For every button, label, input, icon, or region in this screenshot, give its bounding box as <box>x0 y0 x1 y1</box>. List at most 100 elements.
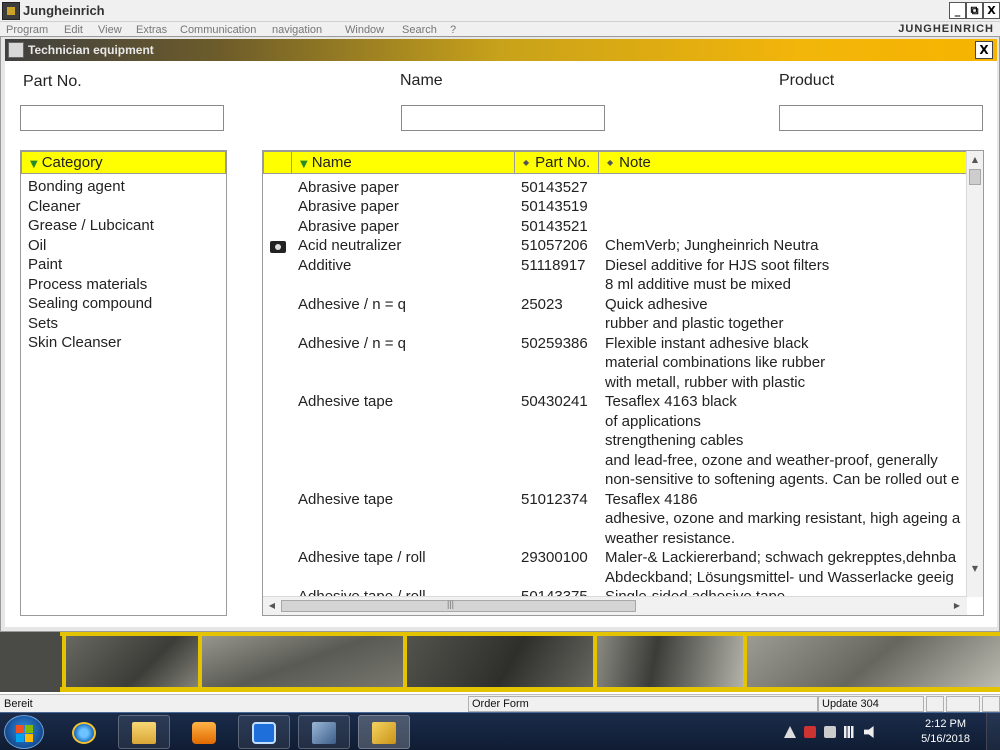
internet-explorer-taskbar-button[interactable] <box>58 715 110 749</box>
table-row-name[interactable]: Acid neutralizer <box>298 236 401 256</box>
table-row-name[interactable]: Abrasive paper <box>298 217 399 237</box>
table-row-note[interactable]: of applications <box>605 412 701 432</box>
menu-item-search[interactable]: Search <box>402 24 437 36</box>
part-no-label: Part No. <box>23 73 82 90</box>
table-row-name[interactable]: Additive <box>298 256 351 276</box>
vertical-scrollbar[interactable]: ▲ ▼ <box>966 151 983 597</box>
table-row-note[interactable]: 8 ml additive must be mixed <box>605 275 791 295</box>
menu-item-help[interactable]: ? <box>450 24 456 36</box>
table-row-part-no[interactable]: 50143527 <box>521 178 588 198</box>
category-item-grease[interactable]: Grease / Lubcicant <box>28 216 154 236</box>
category-column-header[interactable]: ▼ Category <box>21 151 226 174</box>
menu-item-navigation[interactable]: navigation <box>272 24 322 36</box>
category-item-sets[interactable]: Sets <box>28 314 58 334</box>
category-item-bonding-agent[interactable]: Bonding agent <box>28 177 125 197</box>
volume-icon[interactable] <box>864 726 874 738</box>
category-item-cleaner[interactable]: Cleaner <box>28 197 81 217</box>
menu-item-communication[interactable]: Communication <box>180 24 256 36</box>
show-desktop-button[interactable] <box>986 713 1000 750</box>
table-row-note[interactable]: Tesaflex 4163 black <box>605 392 737 412</box>
internet-explorer-icon <box>72 722 96 744</box>
system-tray: 2:12 PM 5/16/2018 <box>780 713 1000 750</box>
table-row-note[interactable]: Flexible instant adhesive black <box>605 334 808 354</box>
scroll-left-icon[interactable]: ◀ <box>264 597 280 615</box>
table-row-part-no[interactable]: 50259386 <box>521 334 588 354</box>
scroll-right-icon[interactable]: ▶ <box>949 597 965 615</box>
table-row-part-no[interactable]: 51012374 <box>521 490 588 510</box>
app-title: Jungheinrich <box>23 3 105 18</box>
horizontal-scroll-thumb[interactable] <box>281 599 636 612</box>
name-input[interactable] <box>401 105 605 131</box>
product-input[interactable] <box>779 105 983 131</box>
table-row-note[interactable]: rubber and plastic together <box>605 314 783 334</box>
table-row-name[interactable]: Adhesive tape / roll <box>298 548 426 568</box>
table-row-name[interactable]: Adhesive / n = q <box>298 334 406 354</box>
teamviewer-taskbar-button[interactable] <box>238 715 290 749</box>
menu-item-edit[interactable]: Edit <box>64 24 83 36</box>
table-row-note[interactable]: Diesel additive for HJS soot filters <box>605 256 829 276</box>
icon-column-header[interactable] <box>263 151 292 174</box>
table-row-note[interactable]: ChemVerb; Jungheinrich Neutra <box>605 236 818 256</box>
show-hidden-icons-icon[interactable] <box>784 726 796 738</box>
jet-app-icon <box>372 722 396 744</box>
table-row-name[interactable]: Adhesive tape <box>298 392 393 412</box>
network-signal-icon[interactable] <box>844 726 856 738</box>
horizontal-scrollbar[interactable]: ◀ ▶ <box>263 596 967 615</box>
sortable-icon: ◆ <box>523 158 530 167</box>
table-row-note[interactable]: adhesive, ozone and marking resistant, h… <box>605 509 960 529</box>
table-row-note[interactable]: Tesaflex 4186 <box>605 490 698 510</box>
app-title-bar: Jungheinrich _ ⧉ X <box>0 0 1000 22</box>
table-row-part-no[interactable]: 50143519 <box>521 197 588 217</box>
note-column-header[interactable]: ◆ Note <box>598 151 968 174</box>
table-row-note[interactable]: non-sensitive to softening agents. Can b… <box>605 470 959 490</box>
category-item-process-materials[interactable]: Process materials <box>28 275 147 295</box>
table-row-part-no[interactable]: 51057206 <box>521 236 588 256</box>
table-row-note[interactable]: weather resistance. <box>605 529 735 549</box>
file-explorer-taskbar-button[interactable] <box>118 715 170 749</box>
table-row-note[interactable]: and lead-free, ozone and weather-proof, … <box>605 451 938 471</box>
category-item-paint[interactable]: Paint <box>28 255 62 275</box>
table-row-part-no[interactable]: 51118917 <box>521 256 586 276</box>
table-row-part-no[interactable]: 29300100 <box>521 548 588 568</box>
table-row-note[interactable]: Abdeckband; Lösungsmittel- und Wasserlac… <box>605 568 954 588</box>
minimize-button[interactable]: _ <box>949 2 966 19</box>
table-row-note[interactable]: strengthening cables <box>605 431 743 451</box>
menu-item-window[interactable]: Window <box>345 24 384 36</box>
table-row-part-no[interactable]: 50143521 <box>521 217 588 237</box>
power-icon[interactable] <box>824 726 836 738</box>
start-button[interactable] <box>4 715 44 749</box>
vertical-scroll-thumb[interactable] <box>969 169 981 185</box>
table-row-name[interactable]: Adhesive / n = q <box>298 295 406 315</box>
category-item-skin-cleanser[interactable]: Skin Cleanser <box>28 333 121 353</box>
brand-logo: JUNGHEINRICH <box>898 23 994 35</box>
category-item-sealing-compound[interactable]: Sealing compound <box>28 294 152 314</box>
table-row-note[interactable]: Maler-& Lackiererband; schwach gekreppte… <box>605 548 956 568</box>
dialog-close-button[interactable]: X <box>975 41 993 59</box>
category-item-oil[interactable]: Oil <box>28 236 46 256</box>
menu-item-view[interactable]: View <box>98 24 122 36</box>
remote-connection-taskbar-button[interactable] <box>298 715 350 749</box>
media-player-taskbar-button[interactable] <box>178 715 230 749</box>
table-row-note[interactable]: material combinations like rubber <box>605 353 825 373</box>
scroll-up-icon[interactable]: ▲ <box>967 152 983 168</box>
part-no-input[interactable] <box>20 105 224 131</box>
scroll-down-icon[interactable]: ▼ <box>967 561 983 577</box>
table-row-note[interactable]: with metall, rubber with plastic <box>605 373 805 393</box>
menu-item-extras[interactable]: Extras <box>136 24 167 36</box>
table-row-part-no[interactable]: 50430241 <box>521 392 588 412</box>
dialog-icon <box>8 42 24 58</box>
table-row-name[interactable]: Abrasive paper <box>298 178 399 198</box>
action-center-icon[interactable] <box>804 726 816 738</box>
maximize-button[interactable]: ⧉ <box>966 2 983 19</box>
name-column-header[interactable]: ▼ Name <box>291 151 515 174</box>
menu-item-program[interactable]: Program <box>6 24 48 36</box>
camera-icon[interactable] <box>270 241 286 253</box>
table-row-note[interactable]: Quick adhesive <box>605 295 708 315</box>
part-no-column-header[interactable]: ◆ Part No. <box>514 151 599 174</box>
jungheinrich-taskbar-button[interactable] <box>358 715 410 749</box>
table-row-name[interactable]: Adhesive tape <box>298 490 393 510</box>
table-row-name[interactable]: Abrasive paper <box>298 197 399 217</box>
app-close-button[interactable]: X <box>983 2 1000 19</box>
table-row-part-no[interactable]: 25023 <box>521 295 563 315</box>
clock[interactable]: 2:12 PM 5/16/2018 <box>921 717 970 747</box>
